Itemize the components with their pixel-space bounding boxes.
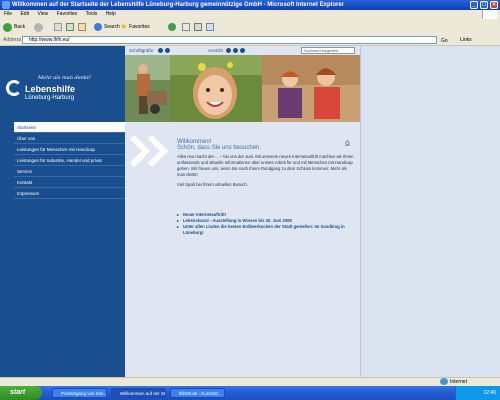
nav-leistungen-handicap[interactable]: Leistungen für Menschen mit Handicap — [14, 144, 125, 155]
maximize-button[interactable]: □ — [480, 1, 488, 9]
chevron-decoration-icon — [129, 134, 169, 168]
mail-button[interactable] — [182, 22, 190, 32]
history-icon — [168, 23, 176, 31]
photo-man-with-wheelbarrow — [125, 55, 170, 122]
menu-tools[interactable]: Tools — [86, 11, 98, 17]
task-posteingang[interactable]: Posteingang von mei... — [52, 388, 107, 398]
taskbar: start Posteingang von mei... Willkommen … — [0, 386, 500, 400]
menu-view[interactable]: View — [37, 11, 48, 17]
back-button[interactable]: Back — [3, 22, 25, 32]
font-smaller-icon[interactable] — [158, 48, 163, 53]
left-sidebar: Mehr als man denkt! Lebenshilfe Lüneburg… — [0, 46, 125, 381]
address-label: Address — [3, 37, 22, 43]
nav-service[interactable]: Service — [14, 166, 125, 177]
links-button[interactable]: Links — [460, 35, 472, 45]
clock: 12:40 — [483, 390, 496, 396]
back-label: Back — [14, 24, 26, 30]
nav-startseite[interactable]: Startseite — [14, 122, 125, 133]
favorites-button[interactable]: ★ Favorites — [120, 22, 150, 32]
forward-button[interactable] — [34, 22, 43, 32]
zone-label: Internet — [450, 379, 467, 385]
nav-kontakt[interactable]: Kontakt — [14, 177, 125, 188]
back-arrow-icon — [3, 22, 12, 32]
stop-button[interactable] — [54, 22, 62, 32]
refresh-button[interactable] — [66, 22, 74, 32]
go-button[interactable]: Go — [441, 36, 448, 46]
edit-icon — [206, 23, 214, 31]
main-nav: Startseite Über uns Leistungen für Mensc… — [14, 122, 125, 199]
window-title-bar: Willkommen auf der Startseite der Lebens… — [0, 0, 500, 10]
site-search-input[interactable]: Suchwort eingeben — [301, 47, 355, 54]
logo-tagline: Mehr als man denkt! — [38, 75, 91, 81]
menu-file[interactable]: File — [4, 11, 12, 17]
system-tray: 12:40 — [455, 386, 500, 400]
menu-help[interactable]: Help — [106, 11, 116, 17]
favorites-star-icon: ★ — [120, 22, 128, 31]
forward-arrow-icon — [34, 22, 43, 32]
search-label: Search — [104, 24, 120, 30]
header-photos — [125, 55, 360, 122]
close-button[interactable]: × — [490, 1, 498, 9]
address-input[interactable]: http://www.lhlh.eu/ — [22, 36, 437, 44]
menu-favorites[interactable]: Favorites — [57, 11, 78, 17]
nav-ueber-uns[interactable]: Über uns — [14, 133, 125, 144]
start-button[interactable]: start — [0, 386, 42, 400]
window-title: Willkommen auf der Startseite der Lebens… — [12, 2, 344, 8]
font-size-label: Schriftgröße — [129, 48, 154, 53]
refresh-icon — [66, 23, 74, 31]
view-normal-icon[interactable] — [233, 48, 238, 53]
news-link-3[interactable]: Unter allen Linden die besten Erdbeerkuc… — [177, 224, 355, 236]
windows-logo-icon — [482, 10, 497, 19]
nav-impressum[interactable]: Impressum — [14, 188, 125, 199]
edit-button[interactable] — [206, 22, 214, 32]
minimize-button[interactable]: _ — [470, 1, 478, 9]
print-icon — [194, 23, 202, 31]
menu-edit[interactable]: Edit — [20, 11, 29, 17]
welcome-subheading: Schön, dass Sie uns besuchen. — [177, 145, 262, 151]
view-plus-icon[interactable] — [240, 48, 245, 53]
stop-icon — [54, 23, 62, 31]
history-button[interactable] — [168, 22, 176, 32]
lebenshilfe-logo-icon — [6, 80, 22, 96]
home-icon — [78, 23, 86, 31]
favorites-label: Favorites — [129, 24, 150, 30]
ie-icon — [2, 1, 10, 9]
logo-brand[interactable]: Lebenshilfe — [25, 84, 75, 94]
photo-two-women — [262, 55, 360, 122]
view-minus-icon[interactable] — [226, 48, 231, 53]
print-page-icon[interactable]: ⎙ — [345, 141, 350, 148]
search-button[interactable]: Search — [94, 22, 120, 32]
mail-icon — [182, 23, 190, 31]
main-content: Willkommen! Schön, dass Sie uns besuchen… — [177, 139, 355, 236]
nav-leistungen-industrie[interactable]: Leistungen für Industrie, Handel und pri… — [14, 155, 125, 166]
internet-zone-icon — [440, 378, 448, 385]
print-button[interactable] — [194, 22, 202, 32]
photo-smiling-child — [170, 55, 262, 122]
task-lhlh09[interactable]: lhlh09.de - Kurzmitt... — [170, 388, 225, 398]
welcome-body: Alles neu macht der ... – bei uns der Ju… — [177, 154, 354, 177]
task-willkommen[interactable]: Willkommen auf der St... — [111, 388, 166, 398]
logo-region: Lüneburg-Harburg — [25, 95, 75, 101]
toolbar: Back Search ★ Favorites — [0, 19, 500, 36]
font-larger-icon[interactable] — [165, 48, 170, 53]
web-page: Mehr als man denkt! Lebenshilfe Lüneburg… — [0, 46, 500, 381]
right-column — [360, 46, 500, 381]
address-bar: Address http://www.lhlh.eu/ Go Links — [0, 35, 500, 46]
home-button[interactable] — [78, 22, 86, 32]
search-icon — [94, 23, 102, 31]
view-label: Ansicht — [208, 48, 223, 53]
status-bar: Internet — [0, 377, 500, 386]
